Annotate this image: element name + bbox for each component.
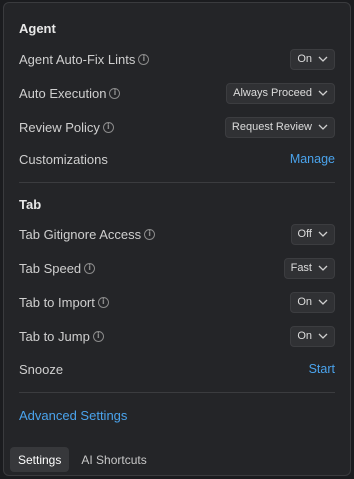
select-value: On — [297, 53, 312, 65]
select-value: Request Review — [231, 121, 312, 133]
info-icon[interactable]: i — [97, 296, 109, 308]
chevron-down-icon — [318, 331, 328, 341]
setting-row-auto-execution: Auto Execution i Always Proceed — [19, 81, 335, 105]
auto-fix-lints-select[interactable]: On — [290, 48, 335, 70]
section-title-tab: Tab — [19, 197, 42, 212]
bottom-tab-bar: Settings AI Shortcuts — [10, 447, 155, 472]
setting-row-customizations: Customizations Manage — [19, 147, 335, 171]
chevron-down-icon — [318, 54, 328, 64]
setting-row-snooze: Snooze Start — [19, 357, 335, 381]
review-policy-select[interactable]: Request Review — [224, 116, 335, 138]
chevron-down-icon — [318, 229, 328, 239]
info-icon[interactable]: i — [109, 87, 121, 99]
info-icon[interactable]: i — [144, 228, 156, 240]
auto-execution-select[interactable]: Always Proceed — [226, 82, 335, 104]
setting-label: Snooze — [19, 361, 64, 377]
chevron-down-icon — [318, 122, 328, 132]
snooze-start-link[interactable]: Start — [309, 362, 335, 376]
select-value: Always Proceed — [233, 87, 312, 99]
setting-label: Customizations — [19, 151, 108, 167]
select-value: Off — [297, 228, 312, 240]
select-value: On — [297, 296, 312, 308]
tab-gitignore-access-select[interactable]: Off — [290, 223, 335, 245]
setting-label: Review Policy — [19, 119, 100, 135]
setting-row-tab-to-jump: Tab to Jump i On — [19, 324, 335, 348]
info-icon[interactable]: i — [138, 53, 150, 65]
select-value: On — [297, 330, 312, 342]
setting-label: Tab to Import — [19, 294, 95, 310]
settings-popover: Agent Agent Auto-Fix Lints i On Auto Exe… — [3, 2, 351, 476]
setting-label: Tab Gitignore Access — [19, 226, 142, 242]
tab-to-jump-select[interactable]: On — [290, 325, 335, 347]
select-value: Fast — [290, 262, 312, 274]
setting-label: Auto Execution — [19, 85, 107, 101]
setting-row-review-policy: Review Policy i Request Review — [19, 115, 335, 139]
info-icon[interactable]: i — [102, 121, 114, 133]
divider — [19, 392, 335, 393]
info-icon[interactable]: i — [92, 330, 104, 342]
chevron-down-icon — [318, 263, 328, 273]
setting-row-agent-auto-fix-lints: Agent Auto-Fix Lints i On — [19, 47, 335, 71]
tab-ai-shortcuts[interactable]: AI Shortcuts — [73, 447, 154, 472]
tab-speed-select[interactable]: Fast — [283, 257, 335, 279]
tab-settings[interactable]: Settings — [10, 447, 70, 472]
divider — [19, 182, 335, 183]
setting-row-tab-to-import: Tab to Import i On — [19, 290, 335, 314]
tab-to-import-select[interactable]: On — [290, 291, 335, 313]
chevron-down-icon — [318, 297, 328, 307]
setting-label: Tab to Jump — [19, 328, 90, 344]
setting-label: Tab Speed — [19, 260, 82, 276]
section-title-agent: Agent — [19, 21, 56, 36]
advanced-settings-link[interactable]: Advanced Settings — [19, 408, 127, 423]
info-icon[interactable]: i — [84, 262, 96, 274]
setting-label: Agent Auto-Fix Lints — [19, 51, 136, 67]
manage-link[interactable]: Manage — [290, 152, 335, 166]
setting-row-tab-gitignore-access: Tab Gitignore Access i Off — [19, 222, 335, 246]
setting-row-tab-speed: Tab Speed i Fast — [19, 256, 335, 280]
chevron-down-icon — [318, 88, 328, 98]
